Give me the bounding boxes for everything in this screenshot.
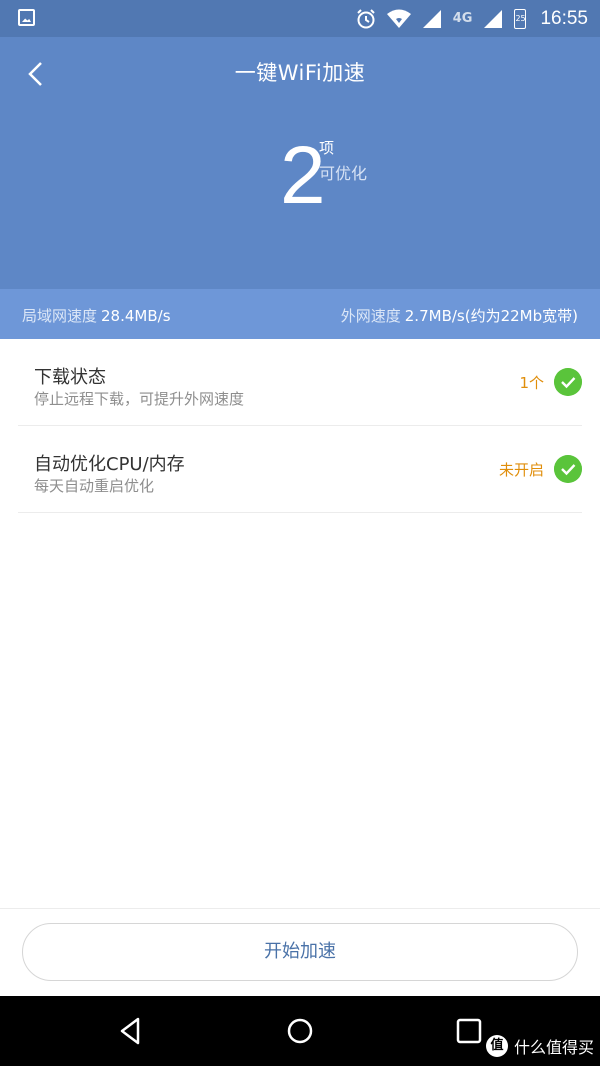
divider bbox=[0, 908, 600, 909]
network-type: 4G bbox=[452, 11, 473, 26]
status-bar: 4G 25 16:55 bbox=[0, 0, 600, 37]
item-title: 自动优化CPU/内存 bbox=[34, 454, 185, 475]
alarm-icon bbox=[357, 8, 375, 28]
navigation-bar: 值 什么值得买 bbox=[0, 996, 600, 1066]
clock: 16:55 bbox=[540, 7, 588, 29]
wifi-icon bbox=[386, 9, 411, 28]
watermark: 值 什么值得买 bbox=[485, 1034, 594, 1058]
wan-speed: 外网速度 2.7MB/s(约为22Mb宽带) bbox=[341, 305, 578, 326]
status-icons: 4G 25 16:55 bbox=[355, 0, 588, 37]
battery-level: 25 bbox=[515, 13, 526, 23]
gallery-notification-icon bbox=[18, 9, 35, 26]
recents-nav-icon[interactable] bbox=[452, 1014, 486, 1048]
watermark-logo-icon: 值 bbox=[485, 1035, 508, 1057]
wan-speed-note: (约为22Mb宽带) bbox=[464, 307, 578, 325]
page-title: 一键WiFi加速 bbox=[234, 61, 366, 85]
back-nav-icon[interactable] bbox=[114, 1014, 148, 1048]
count-unit: 项 bbox=[319, 139, 335, 157]
battery-icon: 25 bbox=[514, 8, 527, 29]
wan-speed-label: 外网速度 bbox=[340, 307, 401, 325]
list-item-download-status[interactable]: 下载状态 停止远程下载，可提升外网速度 1个 bbox=[18, 339, 582, 426]
item-subtitle: 停止远程下载，可提升外网速度 bbox=[34, 390, 245, 408]
list-item-auto-optimize[interactable]: 自动优化CPU/内存 每天自动重启优化 未开启 bbox=[18, 426, 582, 513]
item-title: 下载状态 bbox=[34, 367, 106, 388]
signal-icon-2 bbox=[484, 9, 503, 28]
header: 一键WiFi加速 2 项 可优化 bbox=[0, 37, 600, 289]
item-status: 1个 bbox=[519, 374, 544, 392]
item-status: 未开启 bbox=[498, 461, 544, 479]
wan-speed-value: 2.7MB/s bbox=[404, 307, 465, 325]
item-subtitle: 每天自动重启优化 bbox=[34, 477, 155, 495]
lan-speed: 局域网速度 28.4MB/s bbox=[22, 305, 171, 326]
watermark-text: 什么值得买 bbox=[513, 1038, 594, 1057]
home-nav-icon[interactable] bbox=[283, 1014, 317, 1048]
check-icon[interactable] bbox=[554, 455, 582, 483]
optimization-list: 下载状态 停止远程下载，可提升外网速度 1个 自动优化CPU/内存 每天自动重启… bbox=[18, 339, 582, 513]
lan-speed-label: 局域网速度 bbox=[22, 307, 98, 325]
lan-speed-value: 28.4MB/s bbox=[101, 307, 171, 325]
speed-bar: 局域网速度 28.4MB/s 外网速度 2.7MB/s(约为22Mb宽带) bbox=[0, 289, 600, 339]
start-boost-button[interactable]: 开始加速 bbox=[22, 923, 578, 981]
signal-icon bbox=[422, 9, 441, 28]
check-icon[interactable] bbox=[554, 368, 582, 396]
count-description: 可优化 bbox=[319, 164, 368, 183]
